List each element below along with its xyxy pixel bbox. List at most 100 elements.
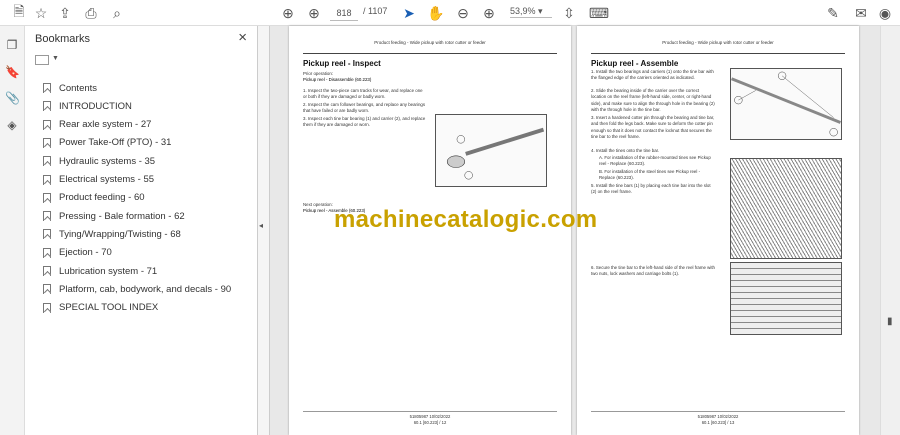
bookmark-icon xyxy=(43,247,51,258)
bookmark-icon xyxy=(43,284,51,295)
right-page: Product feeding - Wide pickup with rotor… xyxy=(577,26,859,435)
upload-cloud-icon[interactable]: ⇪ xyxy=(56,4,74,22)
bookmark-item[interactable]: Lubrication system - 71 xyxy=(43,263,157,279)
bookmark-item[interactable]: Product feeding - 60 xyxy=(43,190,145,206)
page-thumbnails-icon[interactable]: ❐ xyxy=(5,38,19,52)
zoom-value: 53,9% xyxy=(510,6,536,16)
bookmark-icon xyxy=(43,211,51,222)
step: 1. Install the two bearings and carriers… xyxy=(591,69,714,81)
select-cursor-icon[interactable]: ➤ xyxy=(400,4,418,22)
bookmark-star-icon[interactable]: ☆ xyxy=(32,4,50,22)
step: 5. Install the tine bars (1) by placing … xyxy=(591,183,711,195)
substep: A. For installation of the rubber-mounte… xyxy=(599,155,711,167)
zoom-select[interactable]: 53,9% ▾ xyxy=(510,6,552,18)
figure-reel-frame-bolts xyxy=(730,262,842,335)
bookmark-label: Contents xyxy=(59,82,98,94)
vertical-scrollbar[interactable]: ▮ xyxy=(880,26,900,435)
section-title: Pickup reel - Assemble xyxy=(591,59,679,68)
bookmark-label: Lubrication system - 71 xyxy=(59,265,158,277)
previous-page-icon[interactable]: ⊕ xyxy=(279,4,297,22)
figure-bearing-carrier xyxy=(435,114,547,187)
panel-title: Bookmarks xyxy=(35,33,91,45)
step: 6. Secure the tine bar to the left-hand … xyxy=(591,265,715,277)
close-icon[interactable]: × xyxy=(238,29,247,46)
layers-icon[interactable]: ◈ xyxy=(5,118,19,132)
page-footer: 51805987 10/02/2022 60.1 [60.223] / 12 xyxy=(289,414,571,426)
figure-tine-bars-slot xyxy=(730,158,842,259)
bookmark-icon xyxy=(43,119,51,130)
prior-operation-link[interactable]: Pickup reel - Disassemble (60.223) xyxy=(303,77,427,83)
substep: B. For installation of the steel tines s… xyxy=(599,169,701,181)
section-title: Pickup reel - Inspect xyxy=(303,59,381,68)
step: 2. Slide the bearing inside of the carri… xyxy=(591,88,715,113)
bookmark-icon xyxy=(43,101,51,112)
bookmark-label: Tying/Wrapping/Twisting - 68 xyxy=(59,228,181,240)
bookmark-label: Power Take-Off (PTO) - 31 xyxy=(59,137,172,149)
bookmark-icon xyxy=(43,266,51,276)
step: 3. Insert a hardened cotter pin through … xyxy=(591,115,715,140)
zoom-in-icon[interactable]: ⊕ xyxy=(480,4,498,22)
bookmark-label: INTRODUCTION xyxy=(59,100,132,112)
account-icon[interactable]: ◉ xyxy=(876,4,894,22)
footer-page-ref: 60.1 [60.223] / 13 xyxy=(701,420,735,426)
page-number-input[interactable]: 818 xyxy=(330,5,358,21)
footer-page-ref: 60.1 [60.223] / 12 xyxy=(413,420,447,426)
options-icon[interactable] xyxy=(35,55,49,65)
zoom-out-icon[interactable]: ⊖ xyxy=(454,4,472,22)
step: 4. Install the tines onto the tine bar. xyxy=(591,148,660,153)
page-header: Product feeding - Wide pickup with rotor… xyxy=(374,40,486,45)
bookmark-icon xyxy=(43,229,51,240)
fit-page-icon[interactable]: ⇳ xyxy=(560,4,578,22)
attachments-icon[interactable]: 📎 xyxy=(5,91,20,105)
next-page-icon[interactable]: ⊕ xyxy=(305,4,323,22)
bookmark-label: SPECIAL TOOL INDEX xyxy=(59,302,159,314)
chevron-down-icon[interactable]: ▼ xyxy=(52,55,59,62)
scrollbar-thumb[interactable]: ▮ xyxy=(887,316,893,336)
step: 2. Inspect the cam follower bearings, an… xyxy=(303,102,426,114)
bookmark-icon xyxy=(43,174,51,185)
bookmarks-panel: Bookmarks × ▼ Contents INTRODUCTION Rear a… xyxy=(25,26,258,435)
bookmark-item[interactable]: Platform, cab, bodywork, and decals - 90 xyxy=(43,281,231,297)
bookmark-icon xyxy=(43,302,51,313)
bookmark-item[interactable]: Contents xyxy=(43,80,97,96)
bookmark-item[interactable]: Hydraulic systems - 35 xyxy=(43,153,155,169)
bookmarks-icon[interactable]: 🔖 xyxy=(5,65,20,79)
bookmark-label: Pressing - Bale formation - 62 xyxy=(59,210,185,222)
collapse-panel-icon[interactable]: ◂ xyxy=(259,221,263,230)
bookmark-label: Rear axle system - 27 xyxy=(59,119,152,131)
bookmark-item[interactable]: Tying/Wrapping/Twisting - 68 xyxy=(43,226,181,242)
bookmark-label: Product feeding - 60 xyxy=(59,192,145,204)
bookmark-label: Platform, cab, bodywork, and decals - 90 xyxy=(59,283,232,295)
bookmark-item[interactable]: SPECIAL TOOL INDEX xyxy=(43,300,158,316)
bookmark-icon xyxy=(43,156,51,167)
bookmark-icon xyxy=(43,83,51,93)
page-total: / 1107 xyxy=(363,6,388,16)
step: 3. Inspect each tine bar bearing (1) and… xyxy=(303,116,426,128)
print-icon[interactable]: ⎙ xyxy=(82,4,100,22)
toolbar: 🗎 ☆ ⇪ ⎙ ⌕ ⊕ ⊕ 818 / 1107 ➤ ✋ ⊖ ⊕ 53,9% ▾… xyxy=(0,0,900,26)
bookmark-item[interactable]: Pressing - Bale formation - 62 xyxy=(43,208,185,224)
bookmark-item[interactable]: Ejection - 70 xyxy=(43,245,112,261)
page-header: Product feeding - Wide pickup with rotor… xyxy=(662,40,774,45)
bookmark-label: Hydraulic systems - 35 xyxy=(59,155,156,167)
bookmark-item[interactable]: Rear axle system - 27 xyxy=(43,117,151,133)
bookmark-label: Electrical systems - 55 xyxy=(59,174,155,185)
navigation-rail: ❐ 🔖 📎 ◈ xyxy=(0,26,25,435)
keyboard-scroll-icon[interactable]: ⌨ xyxy=(589,4,609,22)
bookmark-icon xyxy=(43,192,51,203)
bookmark-icon xyxy=(43,137,51,148)
figure-tine-bar xyxy=(730,68,842,140)
email-icon[interactable]: ✉ xyxy=(852,4,870,22)
hand-tool-icon[interactable]: ✋ xyxy=(427,4,445,22)
bookmark-item[interactable]: Power Take-Off (PTO) - 31 xyxy=(43,135,171,151)
search-icon[interactable]: ⌕ xyxy=(108,4,126,22)
page-footer: 51805987 10/02/2022 60.1 [60.223] / 13 xyxy=(577,414,859,426)
sign-icon[interactable]: ✎ xyxy=(824,4,842,22)
panel-splitter[interactable]: ◂ xyxy=(258,26,270,435)
step: 1. Inspect the two-piece cam tracks for … xyxy=(303,88,423,100)
bookmark-item[interactable]: Electrical systems - 55 xyxy=(43,172,154,188)
watermark: machinecatalogic.com xyxy=(334,206,598,233)
bookmark-item[interactable]: INTRODUCTION xyxy=(43,98,132,114)
bookmark-label: Ejection - 70 xyxy=(59,247,112,259)
save-icon[interactable]: 🗎 xyxy=(10,3,28,22)
